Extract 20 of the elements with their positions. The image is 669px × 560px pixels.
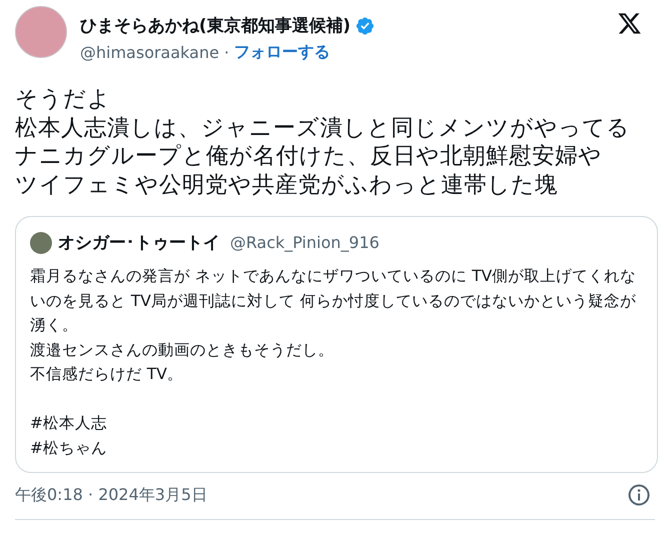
timestamp[interactable]: 午後0:18 · 2024年3月5日	[15, 484, 208, 506]
tweet-text: 松本人志潰しは、ジャニーズ潰しと同じメンツがやってる	[15, 114, 631, 142]
hashtag[interactable]: #松本人志	[30, 411, 645, 436]
info-icon[interactable]	[627, 483, 651, 507]
x-logo-icon[interactable]	[616, 11, 643, 36]
quoted-text: 渡邉センスさんの動画のときもそうだし。	[30, 340, 335, 360]
tweet-text: ナニカグループと俺が名付けた、反日や北朝鮮慰安婦や	[15, 142, 603, 170]
author-name[interactable]: ひまそらあかね(東京都知事選候補)	[80, 14, 351, 37]
follow-link[interactable]: フォローする	[234, 42, 330, 63]
avatar	[30, 232, 52, 254]
quoted-tweet-card[interactable]: オシガー･トゥートイ @Rack_Pinion_916 霜月るなさんの発言が ネットであんなにザワついているのに TV側が取上げてくれないのを見ると TV局が週刊誌に対して 何らか忖度しているのではないかという疑念が湧く。 渡邉センスさんの動画のときもそうだし。 不信感だらけだ TV。 #松本人志 #松ちゃん	[15, 216, 658, 473]
hashtag[interactable]: #松ちゃん	[30, 436, 645, 460]
quoted-text: 霜月るなさんの発言が ネットであんなにザワついているのに TV側が取上げてくれないのを見ると TV局が週刊誌に対して 何らか忖度しているのではないかという疑念が湧く。	[30, 266, 637, 336]
quoted-author-name: オシガー･トゥートイ	[58, 232, 220, 254]
author-handle[interactable]: @himasoraakane	[80, 43, 220, 62]
tweet-text: そうだよ	[15, 85, 112, 114]
quoted-author-handle: @Rack_Pinion_916	[230, 233, 380, 252]
tweet-text: ツイフェミや公明党や共産党がふわっと連帯した塊	[15, 170, 559, 199]
quoted-text: 不信感だらけだ TV。	[30, 364, 184, 385]
separator-dot: ·	[224, 43, 230, 62]
